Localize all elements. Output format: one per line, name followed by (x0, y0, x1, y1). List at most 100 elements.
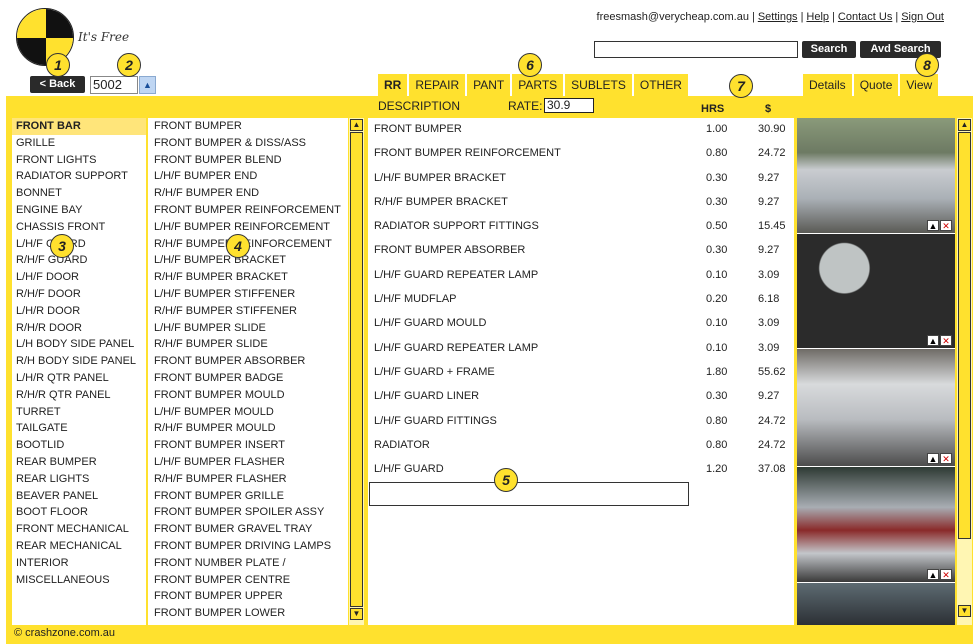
table-row[interactable]: FRONT BUMPER 1.00 30.90 (368, 118, 794, 142)
scroll-down-icon[interactable]: ▼ (958, 605, 971, 617)
table-row[interactable]: L/H/F GUARD REPEATER LAMP 0.10 3.09 (368, 337, 794, 361)
part-item[interactable]: FRONT BUMPER BADGE (148, 370, 348, 387)
move-up-icon[interactable]: ▲ (927, 335, 939, 346)
category-item[interactable]: REAR MECHANICAL (12, 538, 146, 555)
category-item[interactable]: L/H BODY SIDE PANEL (12, 336, 146, 353)
part-item[interactable]: FRONT BUMPER REINFORCEMENT (148, 202, 348, 219)
part-item[interactable]: FRONT BUMPER GRILLE (148, 488, 348, 505)
scroll-thumb[interactable] (958, 132, 971, 539)
signout-link[interactable]: Sign Out (901, 11, 944, 23)
category-item[interactable]: BOOT FLOOR (12, 504, 146, 521)
part-item[interactable]: L/H/F BUMPER SLIDE (148, 320, 348, 337)
table-row[interactable]: FRONT BUMPER REINFORCEMENT 0.80 24.72 (368, 142, 794, 166)
part-item[interactable]: R/H/F BUMPER END (148, 185, 348, 202)
part-item[interactable]: FRONT BUMPER CENTRE (148, 572, 348, 589)
move-up-icon[interactable]: ▲ (927, 220, 939, 231)
tab-parts[interactable]: PARTS (512, 74, 564, 96)
category-item[interactable]: BEAVER PANEL (12, 488, 146, 505)
part-item[interactable]: L/H/F BUMPER MOULD (148, 404, 348, 421)
photo-1[interactable]: ▲ ✕ (797, 118, 955, 233)
search-input[interactable] (594, 41, 798, 58)
category-item[interactable]: GRILLE (12, 135, 146, 152)
job-id-field[interactable]: 5002 (90, 76, 138, 94)
category-item[interactable]: R/H/R DOOR (12, 320, 146, 337)
part-item[interactable]: FRONT BUMPER & DISS/ASS (148, 135, 348, 152)
table-row[interactable]: L/H/F GUARD 1.20 37.08 (368, 458, 794, 482)
parts-scrollbar[interactable]: ▲ ▼ (349, 118, 364, 625)
tab-repair[interactable]: REPAIR (409, 74, 466, 96)
part-item[interactable]: FRONT BUMPER ABSORBER (148, 353, 348, 370)
category-item[interactable]: RADIATOR SUPPORT (12, 168, 146, 185)
category-item[interactable]: CHASSIS FRONT (12, 219, 146, 236)
category-item[interactable]: TAILGATE (12, 420, 146, 437)
part-item[interactable]: L/H/F BUMPER REINFORCEMENT (148, 219, 348, 236)
part-item[interactable]: FRONT BUMPER INSERT (148, 437, 348, 454)
category-item[interactable]: R/H/R QTR PANEL (12, 387, 146, 404)
rate-field[interactable]: 30.9 (544, 98, 594, 113)
table-row[interactable]: L/H/F MUDFLAP 0.20 6.18 (368, 288, 794, 312)
part-item[interactable]: FRONT BUMPER MOULD (148, 387, 348, 404)
category-item[interactable]: L/H/R DOOR (12, 303, 146, 320)
category-item[interactable]: REAR BUMPER (12, 454, 146, 471)
help-link[interactable]: Help (806, 11, 829, 23)
table-row[interactable]: L/H/F GUARD + FRAME 1.80 55.62 (368, 361, 794, 385)
category-item[interactable]: BOOTLID (12, 437, 146, 454)
table-row[interactable]: L/H/F GUARD LINER 0.30 9.27 (368, 385, 794, 409)
part-item[interactable]: L/H/F BUMPER FLASHER (148, 454, 348, 471)
back-button[interactable]: < Back (30, 76, 85, 93)
part-item[interactable]: FRONT BUMPER LOWER (148, 605, 348, 622)
category-item[interactable]: ENGINE BAY (12, 202, 146, 219)
new-line-input[interactable] (369, 482, 689, 506)
delete-icon[interactable]: ✕ (940, 453, 952, 464)
part-item[interactable]: FRONT BUMPER SPOILER ASSY (148, 504, 348, 521)
part-item[interactable]: L/H/F BUMPER END (148, 168, 348, 185)
part-item[interactable]: R/H/F BUMPER BRACKET (148, 269, 348, 286)
tab-details[interactable]: Details (803, 74, 852, 96)
category-item[interactable]: MISCELLANEOUS (12, 572, 146, 589)
contact-link[interactable]: Contact Us (838, 11, 892, 23)
part-item[interactable]: R/H/F BUMPER FLASHER (148, 471, 348, 488)
table-row[interactable]: L/H/F GUARD FITTINGS 0.80 24.72 (368, 410, 794, 434)
table-row[interactable]: L/H/F BUMPER BRACKET 0.30 9.27 (368, 167, 794, 191)
part-item[interactable]: FRONT BUMER GRAVEL TRAY (148, 521, 348, 538)
part-item[interactable]: R/H/F BUMPER MOULD (148, 420, 348, 437)
search-button[interactable]: Search (802, 41, 856, 58)
category-item[interactable]: L/H/F GUARD (12, 236, 146, 253)
tab-view[interactable]: View (900, 74, 939, 96)
part-item[interactable]: R/H/F BUMPER SLIDE (148, 336, 348, 353)
category-item[interactable]: BONNET (12, 185, 146, 202)
table-row[interactable]: RADIATOR 0.80 24.72 (368, 434, 794, 458)
move-up-icon[interactable]: ▲ (927, 453, 939, 464)
photo-scrollbar[interactable]: ▲ ▼ (957, 118, 972, 625)
settings-link[interactable]: Settings (758, 11, 798, 23)
scroll-up-icon[interactable]: ▲ (350, 119, 363, 131)
tab-sublets[interactable]: SUBLETS (565, 74, 632, 96)
category-item[interactable]: FRONT LIGHTS (12, 152, 146, 169)
part-item[interactable]: FRONT BUMPER DRIVING LAMPS (148, 538, 348, 555)
part-item[interactable]: FRONT BUMPER BLEND (148, 152, 348, 169)
photo-2[interactable]: ▲ ✕ (797, 234, 955, 348)
delete-icon[interactable]: ✕ (940, 569, 952, 580)
tab-quote[interactable]: Quote (853, 74, 899, 96)
category-item[interactable]: R/H/F GUARD (12, 252, 146, 269)
photo-3[interactable]: ▲ ✕ (797, 349, 955, 466)
tab-pant[interactable]: PANT (467, 74, 511, 96)
table-row[interactable]: FRONT BUMPER ABSORBER 0.30 9.27 (368, 239, 794, 263)
category-item[interactable]: FRONT MECHANICAL (12, 521, 146, 538)
category-item[interactable]: FRONT BAR (12, 118, 146, 135)
tab-other[interactable]: OTHER (633, 74, 688, 96)
photo-5[interactable] (797, 583, 955, 625)
category-item[interactable]: L/H/F DOOR (12, 269, 146, 286)
chevron-up-icon[interactable]: ▲ (139, 76, 156, 94)
photo-4[interactable]: ▲ ✕ (797, 467, 955, 582)
table-row[interactable]: R/H/F BUMPER BRACKET 0.30 9.27 (368, 191, 794, 215)
category-item[interactable]: REAR LIGHTS (12, 471, 146, 488)
scroll-up-icon[interactable]: ▲ (958, 119, 971, 131)
part-item[interactable]: FRONT BUMPER (148, 118, 348, 135)
part-item[interactable]: R/H/F BUMPER STIFFENER (148, 303, 348, 320)
scroll-down-icon[interactable]: ▼ (350, 608, 363, 620)
category-item[interactable]: INTERIOR (12, 555, 146, 572)
delete-icon[interactable]: ✕ (940, 335, 952, 346)
table-row[interactable]: RADIATOR SUPPORT FITTINGS 0.50 15.45 (368, 215, 794, 239)
part-item[interactable]: FRONT BUMPER UPPER (148, 588, 348, 605)
